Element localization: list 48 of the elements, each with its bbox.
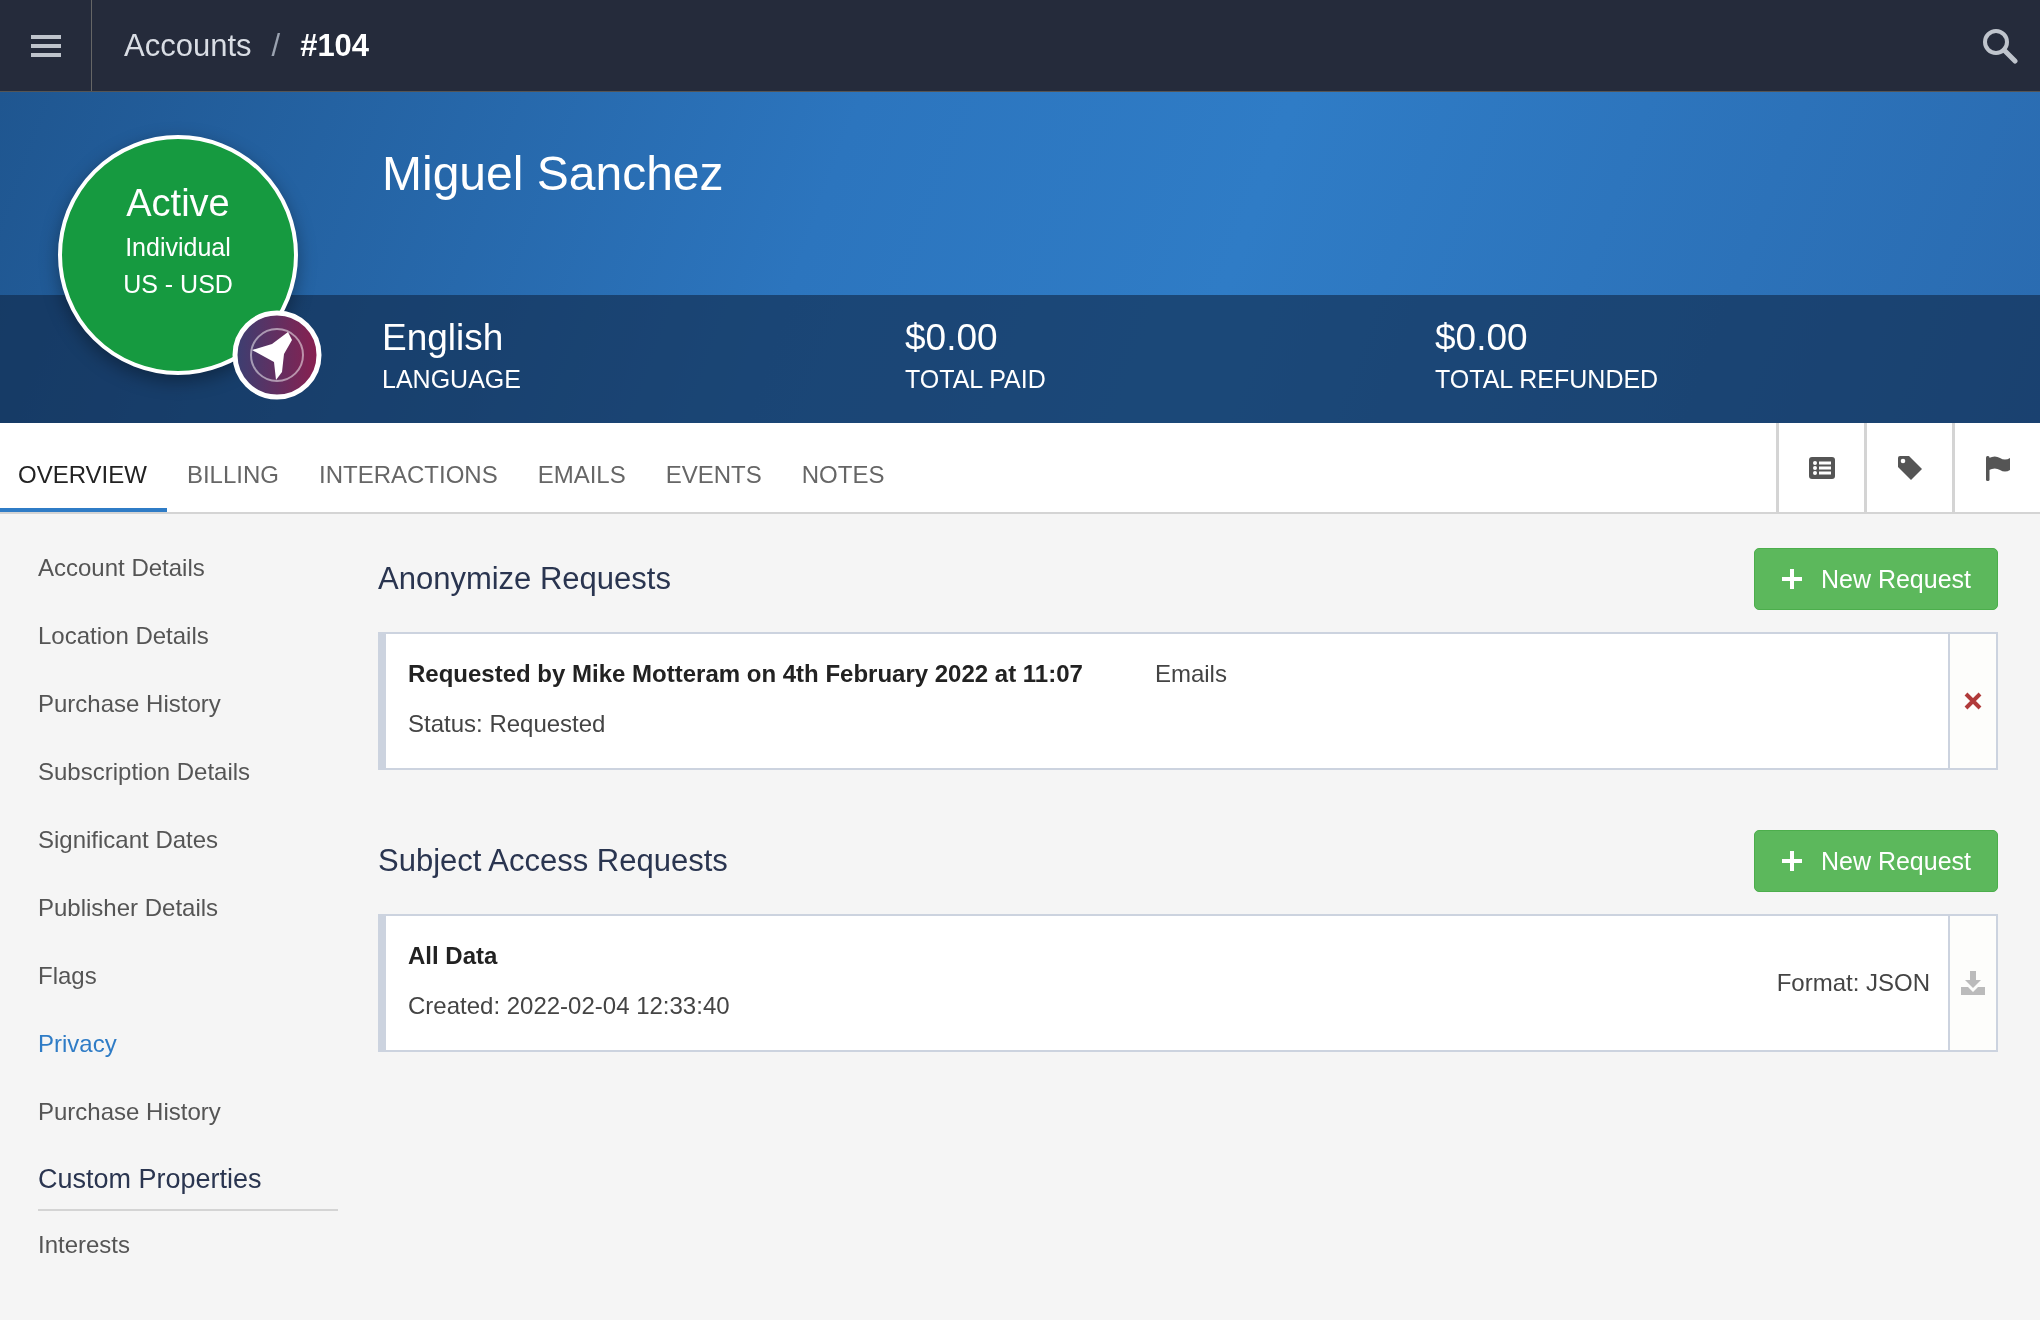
menu-icon — [30, 33, 61, 58]
sidebar-item[interactable]: Subscription Details — [38, 738, 338, 806]
sidebar-item[interactable]: Account Details — [38, 534, 338, 602]
tab[interactable]: EVENTS — [645, 423, 782, 512]
sidebar-section-title: Custom Properties — [38, 1164, 338, 1211]
tab[interactable]: BILLING — [166, 423, 299, 512]
stat-value: $0.00 — [1435, 317, 1529, 359]
tab[interactable]: OVERVIEW — [0, 423, 167, 512]
section-title: Anonymize Requests — [378, 561, 671, 597]
search-icon — [1982, 27, 2018, 64]
request-subtitle: Created: 2022-02-04 12:33:40 — [408, 992, 731, 1020]
sidebar-item[interactable]: Privacy — [38, 1010, 338, 1078]
stat-value: $0.00 — [905, 317, 999, 359]
stat-value: English — [382, 317, 505, 359]
section-title: Subject Access Requests — [378, 843, 728, 879]
account-name: Miguel Sanchez — [382, 146, 724, 201]
breadcrumb-link[interactable]: Accounts — [124, 27, 252, 64]
request-subtitle: Status: Requested — [408, 710, 607, 738]
close-icon — [1964, 692, 1982, 710]
request-detail: Emails — [1154, 660, 1227, 688]
stat-label: TOTAL PAID — [905, 365, 1047, 394]
sidebar-item[interactable]: Location Details — [38, 602, 338, 670]
stat-label: LANGUAGE — [382, 365, 522, 394]
account-region: US - USD — [123, 269, 233, 299]
sidebar-item[interactable]: Significant Dates — [38, 806, 338, 874]
sidebar-item[interactable]: Interests — [38, 1211, 338, 1279]
list-icon — [1808, 456, 1835, 479]
breadcrumb-separator: / — [271, 27, 281, 64]
plus-icon — [1780, 568, 1803, 590]
sidebar-item[interactable]: Flags — [38, 942, 338, 1010]
download-icon — [1960, 970, 1986, 996]
account-type: Individual — [125, 232, 231, 262]
sidebar-item[interactable]: Publisher Details — [38, 874, 338, 942]
status-text: Active — [126, 181, 230, 225]
stat-label: TOTAL REFUNDED — [1435, 365, 1660, 394]
request-title: All Data — [408, 942, 498, 970]
breadcrumb-current: #104 — [300, 27, 370, 64]
flag-icon — [1984, 454, 2011, 481]
sidebar-item[interactable]: Purchase History — [38, 1078, 338, 1146]
search-button[interactable] — [1982, 27, 2018, 64]
request-format: Format: JSON — [1776, 969, 1930, 997]
sidebar-item[interactable]: Purchase History — [38, 670, 338, 738]
request-title: Requested by Mike Motteram on 4th February 2022 at 11:07 — [408, 660, 1083, 688]
tab[interactable]: INTERACTIONS — [298, 423, 518, 512]
tab[interactable]: NOTES — [781, 423, 905, 512]
tab[interactable]: EMAILS — [517, 423, 646, 512]
tag-icon — [1896, 454, 1923, 481]
plus-icon — [1780, 850, 1803, 872]
